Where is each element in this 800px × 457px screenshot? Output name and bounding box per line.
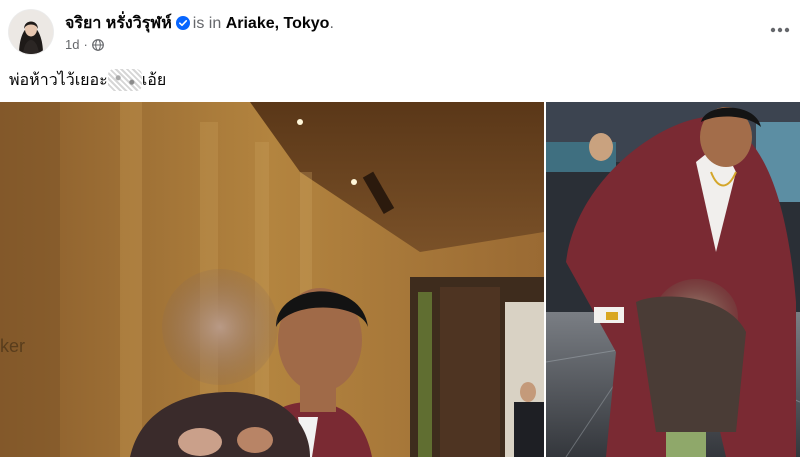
post-header: จริยา หรั่งวิรุฬห์ is in Ariake, Tokyo. 1…	[0, 0, 800, 60]
more-options-icon[interactable]	[768, 22, 792, 38]
left-photo-wall-text: ker	[0, 336, 25, 356]
is-in-text: is in	[192, 15, 222, 32]
author-name[interactable]: จริยา หรั่งวิรุฬห์	[65, 15, 172, 32]
globe-icon[interactable]	[91, 39, 104, 54]
post-text: พ่อห้าวไว้เยอะ เอ้ย	[9, 68, 166, 93]
author-line: จริยา หรั่งวิรุฬห์ is in Ariake, Tokyo.	[65, 11, 334, 36]
location-suffix: .	[329, 15, 334, 32]
left-photo[interactable]: ker	[0, 102, 544, 457]
right-photo[interactable]	[546, 102, 800, 457]
post-text-end: เอ้ย	[141, 72, 167, 89]
post-meta: 1d ·	[65, 37, 104, 54]
censored-word	[107, 69, 142, 91]
post-time[interactable]: 1d	[65, 37, 79, 52]
location-link[interactable]: Ariake, Tokyo	[226, 15, 330, 32]
author-avatar[interactable]	[9, 10, 53, 54]
meta-separator: ·	[83, 37, 88, 52]
verified-badge-icon	[175, 16, 190, 35]
post-text-start: พ่อห้าวไว้เยอะ	[9, 72, 108, 89]
